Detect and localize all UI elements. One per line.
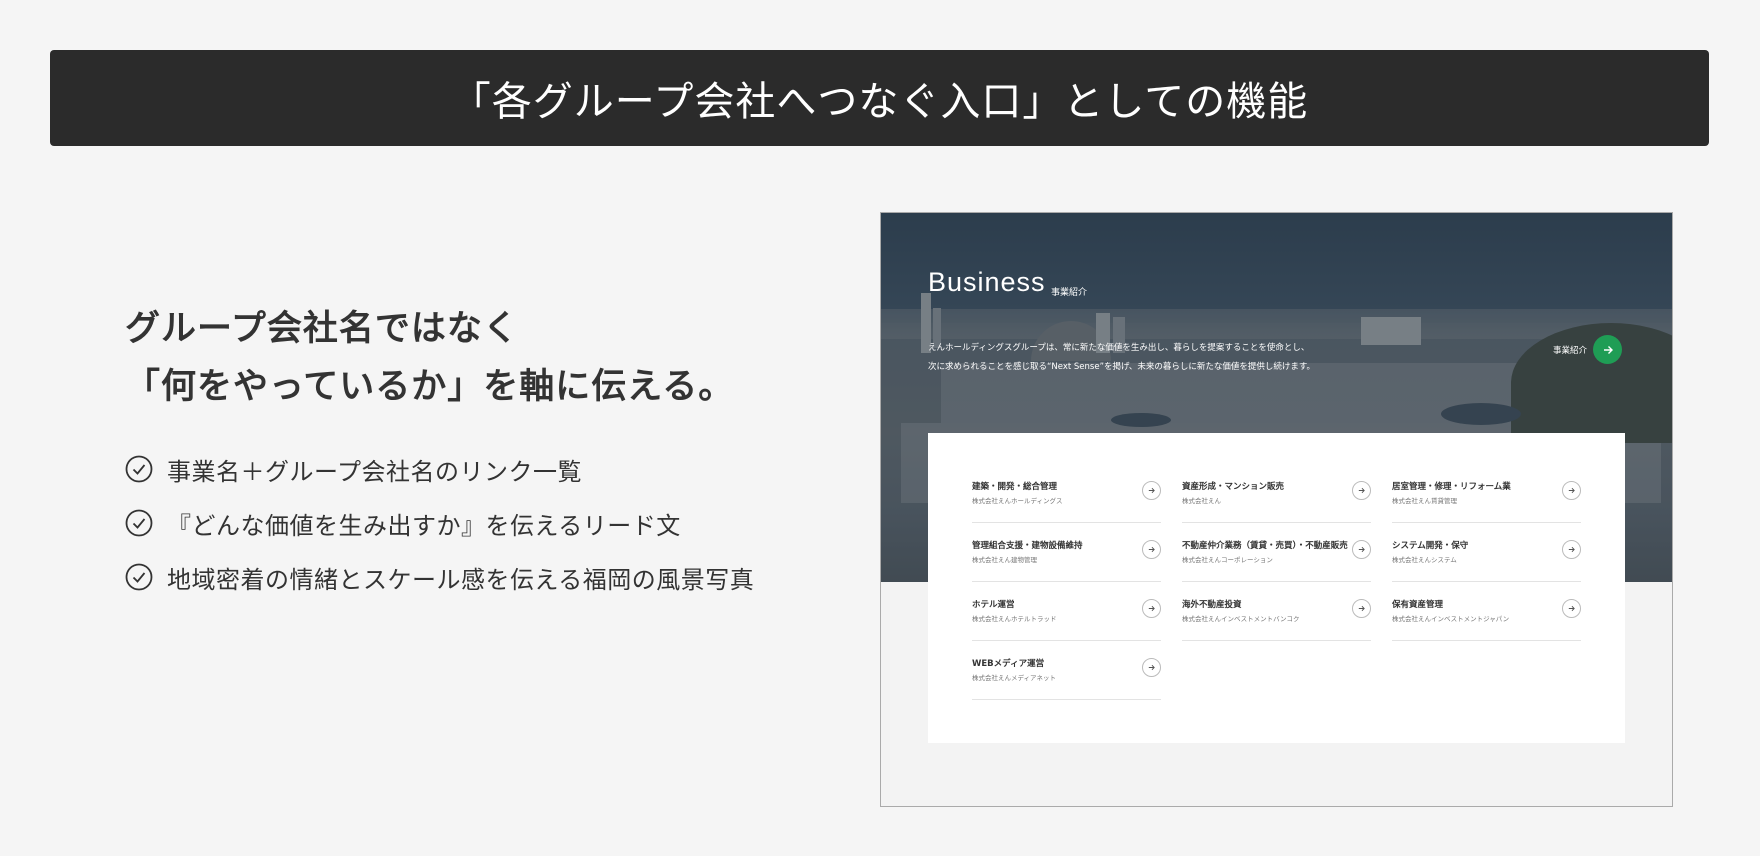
business-name: 不動産仲介業務（賃貸・売買）・不動産販売 [1182,541,1348,551]
lead-line-2: 次に求められることを感じ取る“Next Sense”を掲げ、未来の暮らしに新たな… [928,362,1316,372]
arrow-right-icon[interactable] [1562,599,1581,618]
arrow-right-icon[interactable] [1352,599,1371,618]
company-name: 株式会社えんメディアネット [972,674,1057,682]
feature-item: 地域密着の情緒とスケール感を伝える福岡の風景写真 [125,563,754,594]
business-item[interactable]: 居室管理・修理・リフォーム業 株式会社えん賃貸管理 [1392,465,1581,523]
feature-item: 事業名＋グループ会社名のリンク一覧 [125,455,754,486]
business-name: WEBメディア運営 [972,659,1045,669]
feature-list: 事業名＋グループ会社名のリンク一覧 『どんな価値を生み出すか』を伝えるリード文 … [125,455,754,617]
company-name: 株式会社えん建物管理 [972,556,1037,564]
company-name: 株式会社えんコーポレーション [1182,556,1273,564]
arrow-right-icon[interactable] [1142,540,1161,559]
business-name: 保有資産管理 [1392,600,1444,610]
business-item[interactable]: ホテル運営 株式会社えんホテルトラッド [972,583,1161,641]
business-name: 海外不動産投資 [1182,600,1242,610]
company-name: 株式会社えんインベストメントバンコク [1182,615,1300,623]
business-item[interactable]: 保有資産管理 株式会社えんインベストメントジャパン [1392,583,1581,641]
arrow-right-icon[interactable] [1562,540,1581,559]
check-circle-icon [125,455,153,483]
arrow-right-icon[interactable] [1142,481,1161,500]
arrow-right-icon[interactable] [1142,599,1161,618]
business-item[interactable]: 海外不動産投資 株式会社えんインベストメントバンコク [1182,583,1371,641]
arrow-right-icon[interactable] [1562,481,1581,500]
company-name: 株式会社えんホールディングス [972,497,1063,505]
company-name: 株式会社えんインベストメントジャパン [1392,615,1510,623]
check-circle-icon [125,509,153,537]
header-bar: 「各グループ会社へつなぐ入口」としての機能 [50,50,1709,146]
business-title: Business [928,267,1046,297]
headline-line-1: グループ会社名ではなく [125,309,519,349]
company-name: 株式会社えんホテルトラッド [972,615,1057,623]
check-circle-icon [125,563,153,591]
business-more-link[interactable]: 事業紹介 [1553,335,1623,364]
feature-label: 事業名＋グループ会社名のリンク一覧 [167,457,583,486]
company-name: 株式会社えん賃貸管理 [1392,497,1457,505]
website-preview: Business 事業紹介 えんホールディングスグループは、常に新たな価値を生み… [880,212,1673,807]
business-name: 建築・開発・総合管理 [972,482,1058,492]
feature-label: 地域密着の情緒とスケール感を伝える福岡の風景写真 [167,565,755,594]
arrow-right-icon[interactable] [1352,481,1371,500]
headline-line-2: 「何をやっているか」を軸に伝える。 [125,367,735,407]
business-name: 管理組合支援・建物設備維持 [972,541,1083,551]
business-name: システム開発・保守 [1392,541,1469,551]
business-item[interactable]: 管理組合支援・建物設備維持 株式会社えん建物管理 [972,524,1161,582]
company-name: 株式会社えんシステム [1392,556,1457,564]
headline: グループ会社名ではなく 「何をやっているか」を軸に伝える。 [125,300,734,416]
business-item[interactable]: 建築・開発・総合管理 株式会社えんホールディングス [972,465,1161,523]
business-name: 居室管理・修理・リフォーム業 [1392,482,1511,492]
arrow-right-icon[interactable] [1352,540,1371,559]
business-item[interactable]: WEBメディア運営 株式会社えんメディアネット [972,642,1161,700]
feature-label: 『どんな価値を生み出すか』を伝えるリード文 [167,511,681,540]
business-item[interactable]: 資産形成・マンション販売 株式会社えん [1182,465,1371,523]
business-name: ホテル運営 [972,600,1015,610]
arrow-right-icon[interactable] [1593,335,1623,364]
business-item[interactable]: システム開発・保守 株式会社えんシステム [1392,524,1581,582]
lead-text: えんホールディングスグループは、常に新たな価値を生み出し、暮らしを提案することを… [928,339,1315,377]
business-subtitle: 事業紹介 [1051,288,1088,298]
feature-item: 『どんな価値を生み出すか』を伝えるリード文 [125,509,754,540]
business-name: 資産形成・マンション販売 [1182,482,1285,492]
company-name: 株式会社えん [1182,497,1221,505]
page-title: 「各グループ会社へつなぐ入口」としての機能 [450,79,1309,125]
lead-line-1: えんホールディングスグループは、常に新たな価値を生み出し、暮らしを提案することを… [928,343,1310,353]
more-label: 事業紹介 [1553,345,1588,356]
arrow-right-icon[interactable] [1142,658,1161,677]
business-item[interactable]: 不動産仲介業務（賃貸・売買）・不動産販売 株式会社えんコーポレーション [1182,524,1371,582]
business-list-panel: 建築・開発・総合管理 株式会社えんホールディングス 資産形成・マンション販売 株… [928,433,1625,743]
